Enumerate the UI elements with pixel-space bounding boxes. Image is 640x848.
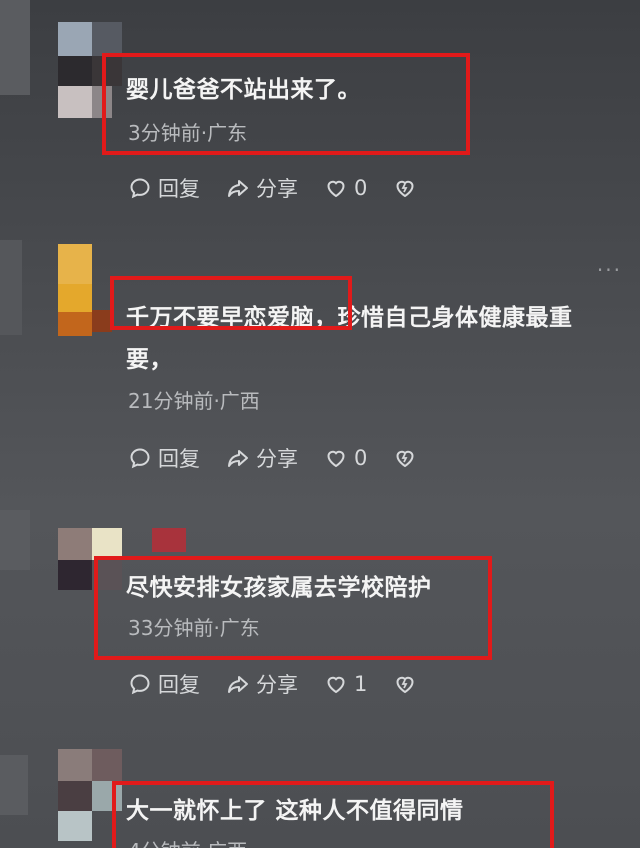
- heart-icon: [327, 676, 345, 694]
- heart-icon: [327, 450, 345, 468]
- like-count: 0: [354, 446, 368, 470]
- comment-4: 大一就怀上了 这种人不值得同情 4分钟前·广西: [0, 735, 640, 848]
- dislike-heart-icon: [396, 450, 414, 468]
- share-arrow-icon: [228, 180, 248, 197]
- reply-label: 回复: [158, 177, 200, 201]
- dislike-button[interactable]: [393, 446, 423, 470]
- reply-label: 回复: [158, 447, 200, 471]
- reply-label: 回复: [158, 673, 200, 697]
- avatar-pixelated[interactable]: [0, 735, 130, 848]
- dislike-heart-icon: [396, 180, 414, 198]
- comment-3: 尽快安排女孩家属去学校陪护 33分钟前·广东 回复 分享 1: [0, 500, 640, 735]
- comment-1: 婴儿爸爸不站出来了。 3分钟前·广东 回复 分享 0: [0, 0, 640, 230]
- highlight-box: [112, 781, 554, 848]
- more-options-icon[interactable]: ···: [597, 258, 622, 282]
- reply-button[interactable]: 回复: [128, 443, 200, 473]
- comment-actions: 回复 分享 1: [128, 668, 449, 700]
- like-button[interactable]: 0: [324, 176, 367, 200]
- comment-actions: 回复 分享 0: [128, 172, 449, 204]
- comment-bubble-icon: [130, 448, 150, 469]
- comment-actions: 回复 分享 0: [128, 442, 449, 474]
- heart-icon: [327, 180, 345, 198]
- comment-bubble-icon: [130, 178, 150, 199]
- reply-button[interactable]: 回复: [128, 173, 200, 203]
- dislike-heart-icon: [396, 676, 414, 694]
- share-label: 分享: [256, 673, 298, 697]
- highlight-box: [110, 276, 352, 330]
- share-label: 分享: [256, 177, 298, 201]
- like-button[interactable]: 1: [324, 672, 367, 696]
- dislike-button[interactable]: [393, 672, 423, 696]
- share-arrow-icon: [228, 450, 248, 467]
- highlight-box: [102, 53, 470, 155]
- share-button[interactable]: 分享: [226, 173, 298, 203]
- comment-meta: 21分钟前·广西: [128, 389, 260, 413]
- like-count: 0: [354, 176, 368, 200]
- like-count: 1: [354, 672, 368, 696]
- share-label: 分享: [256, 447, 298, 471]
- dislike-button[interactable]: [393, 176, 423, 200]
- like-button[interactable]: 0: [324, 446, 367, 470]
- highlight-box: [94, 556, 492, 660]
- share-button[interactable]: 分享: [226, 669, 298, 699]
- comment-bubble-icon: [130, 674, 150, 695]
- reply-button[interactable]: 回复: [128, 669, 200, 699]
- comment-2: ··· 千万不要早恋爱脑，珍惜自己身体健康最重 要， 21分钟前·广西 回复 分…: [0, 230, 640, 500]
- share-arrow-icon: [228, 676, 248, 693]
- comment-text-line2: 要，: [126, 347, 173, 373]
- share-button[interactable]: 分享: [226, 443, 298, 473]
